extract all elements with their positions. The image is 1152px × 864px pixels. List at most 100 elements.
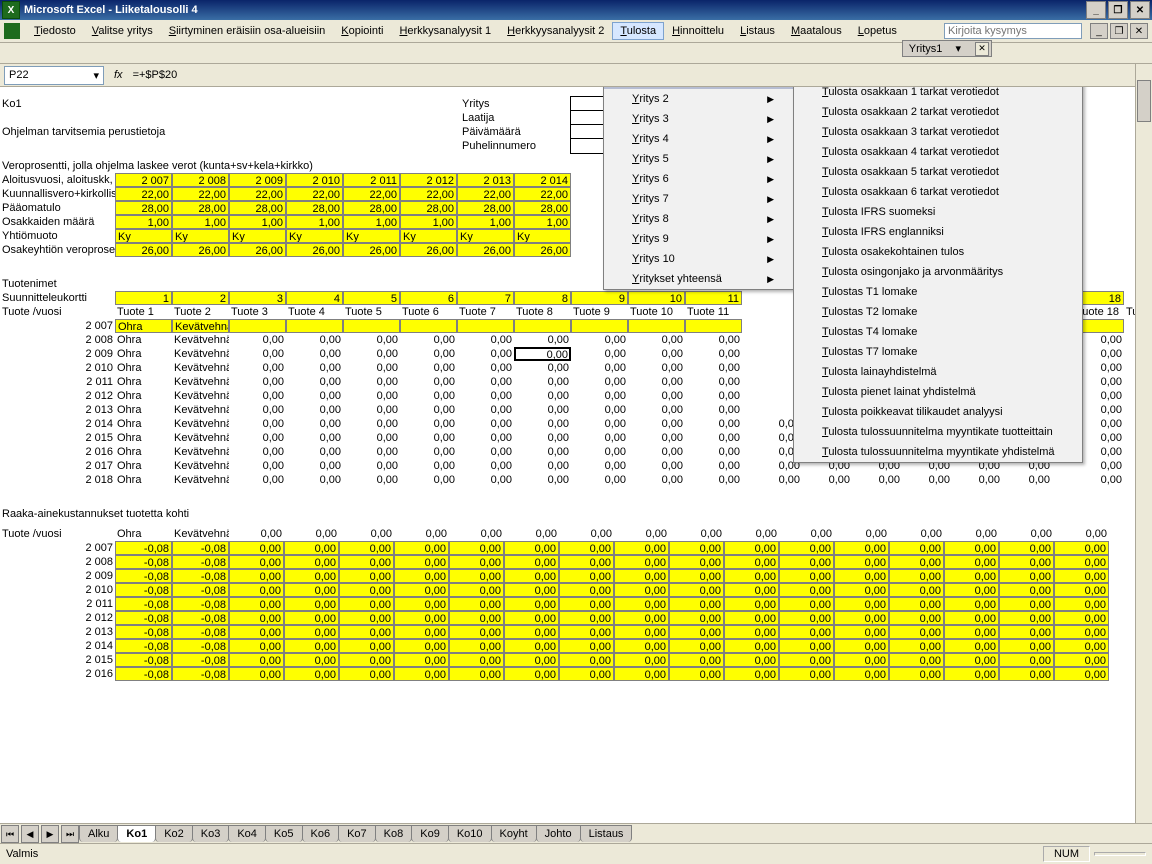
data-cell[interactable] (229, 319, 286, 333)
data-cell[interactable]: 0,00 (779, 555, 834, 569)
data-cell[interactable]: 0,00 (343, 445, 400, 459)
menu-item-yritys 3[interactable]: Yritys 3▶ (604, 109, 794, 129)
data-cell[interactable]: 0,00 (1054, 555, 1109, 569)
data-cell[interactable]: 0,00 (284, 597, 339, 611)
data-cell[interactable]: 0,00 (339, 583, 394, 597)
data-cell[interactable]: 26,00 (514, 243, 571, 257)
data-cell[interactable]: 0,00 (1074, 473, 1124, 487)
data-cell[interactable]: 0,00 (284, 653, 339, 667)
data-cell[interactable]: 0,00 (284, 625, 339, 639)
data-cell[interactable]: 0,00 (685, 361, 742, 375)
data-cell[interactable]: 0,00 (343, 473, 400, 487)
data-cell[interactable]: 0,00 (669, 611, 724, 625)
data-cell[interactable]: 22,00 (514, 187, 571, 201)
data-cell[interactable]: 0,00 (559, 569, 614, 583)
data-cell[interactable]: 0,00 (229, 583, 284, 597)
data-cell[interactable]: 0,00 (449, 653, 504, 667)
submenu-item[interactable]: Tulosta osakekohtainen tulos (794, 242, 1082, 262)
data-cell[interactable]: 26,00 (400, 243, 457, 257)
data-cell[interactable]: -0,08 (172, 569, 229, 583)
data-cell[interactable]: 0,00 (944, 653, 999, 667)
data-cell[interactable]: Ohra (115, 361, 172, 375)
data-cell[interactable]: 0,00 (669, 667, 724, 681)
data-cell[interactable]: Ohra (115, 473, 172, 487)
data-cell[interactable]: -0,08 (172, 555, 229, 569)
data-cell[interactable]: 0,00 (339, 555, 394, 569)
data-cell[interactable]: 0,00 (339, 597, 394, 611)
suunn-cell[interactable]: 3 (229, 291, 286, 305)
ask-question-input[interactable] (944, 23, 1082, 39)
data-cell[interactable]: 0,00 (724, 625, 779, 639)
selected-cell[interactable]: 0,00 (514, 347, 571, 361)
data-cell[interactable]: 0,00 (685, 333, 742, 347)
menu-herkkyysanalyysit 2[interactable]: Herkkyysanalyysit 2 (499, 22, 612, 40)
data-cell[interactable]: 0,00 (999, 625, 1054, 639)
sheet-tab-ko10[interactable]: Ko10 (448, 825, 492, 842)
data-cell[interactable]: 0,00 (394, 667, 449, 681)
data-cell[interactable]: 0,00 (559, 625, 614, 639)
data-cell[interactable]: 0,00 (504, 625, 559, 639)
suunn-cell[interactable]: 2 (172, 291, 229, 305)
suunn-cell[interactable]: 1 (115, 291, 172, 305)
data-cell[interactable]: 0,00 (343, 431, 400, 445)
menu-item-yritys 9[interactable]: Yritys 9▶ (604, 229, 794, 249)
data-cell[interactable]: 0,00 (669, 541, 724, 555)
floating-toolbar[interactable]: Yritys1 ▾ ✕ (902, 40, 992, 57)
menu-herkkysanalyysit 1[interactable]: Herkkysanalyysit 1 (391, 22, 499, 40)
data-cell[interactable]: 0,00 (394, 541, 449, 555)
data-cell[interactable]: Kevätvehnä (172, 333, 229, 347)
data-cell[interactable]: 28,00 (400, 201, 457, 215)
data-cell[interactable]: -0,08 (172, 653, 229, 667)
data-cell[interactable]: 0,00 (889, 611, 944, 625)
data-cell[interactable]: 28,00 (115, 201, 172, 215)
suunn-cell[interactable]: 10 (628, 291, 685, 305)
suunn-cell[interactable]: 11 (685, 291, 742, 305)
data-cell[interactable]: 0,00 (571, 445, 628, 459)
data-cell[interactable]: 0,00 (229, 417, 286, 431)
submenu-item[interactable]: Tulosta osakkaan 6 tarkat verotiedot (794, 182, 1082, 202)
data-cell[interactable]: 0,00 (944, 625, 999, 639)
data-cell[interactable]: 0,00 (514, 375, 571, 389)
data-cell[interactable]: Ohra (115, 445, 172, 459)
data-cell[interactable]: 0,00 (802, 473, 852, 487)
data-cell[interactable] (628, 319, 685, 333)
data-cell[interactable]: 0,00 (457, 333, 514, 347)
data-cell[interactable]: 0,00 (449, 639, 504, 653)
data-cell[interactable]: Ohra (115, 375, 172, 389)
data-cell[interactable]: 0,00 (514, 389, 571, 403)
data-cell[interactable]: 22,00 (172, 187, 229, 201)
data-cell[interactable]: 0,00 (685, 431, 742, 445)
data-cell[interactable]: 0,00 (504, 653, 559, 667)
menu-item-yritys 2[interactable]: Yritys 2▶ (604, 89, 794, 109)
data-cell[interactable]: 0,00 (944, 597, 999, 611)
data-cell[interactable]: Kevätvehnä (172, 389, 229, 403)
data-cell[interactable]: 0,00 (999, 611, 1054, 625)
data-cell[interactable]: 0,00 (999, 583, 1054, 597)
data-cell[interactable]: Ky (115, 229, 172, 243)
data-cell[interactable]: Kevätvehnä (172, 375, 229, 389)
suunn-cell[interactable]: 4 (286, 291, 343, 305)
submenu-item[interactable]: Tulostas T4 lomake (794, 322, 1082, 342)
data-cell[interactable]: 0,00 (614, 541, 669, 555)
data-cell[interactable]: 0,00 (286, 459, 343, 473)
data-cell[interactable]: 0,00 (752, 473, 802, 487)
data-cell[interactable]: 0,00 (339, 611, 394, 625)
data-cell[interactable]: 0,00 (999, 639, 1054, 653)
worksheet[interactable]: Ko1 Yritys Laatija Ohjelman tarvitsemia … (0, 87, 1152, 807)
data-cell[interactable]: 0,00 (834, 597, 889, 611)
data-cell[interactable]: 26,00 (343, 243, 400, 257)
data-cell[interactable]: 0,00 (449, 569, 504, 583)
data-cell[interactable]: 0,00 (889, 597, 944, 611)
submenu-item[interactable]: Tulosta poikkeavat tilikaudet analyysi (794, 402, 1082, 422)
data-cell[interactable]: 0,00 (628, 473, 685, 487)
data-cell[interactable] (400, 319, 457, 333)
data-cell[interactable]: -0,08 (172, 625, 229, 639)
data-cell[interactable]: 0,00 (614, 555, 669, 569)
data-cell[interactable]: -0,08 (172, 541, 229, 555)
data-cell[interactable]: 0,00 (514, 459, 571, 473)
data-cell[interactable]: 0,00 (779, 611, 834, 625)
data-cell[interactable]: 0,00 (1054, 583, 1109, 597)
data-cell[interactable]: 2 010 (286, 173, 343, 187)
data-cell[interactable]: 0,00 (514, 361, 571, 375)
data-cell[interactable]: 0,00 (571, 375, 628, 389)
